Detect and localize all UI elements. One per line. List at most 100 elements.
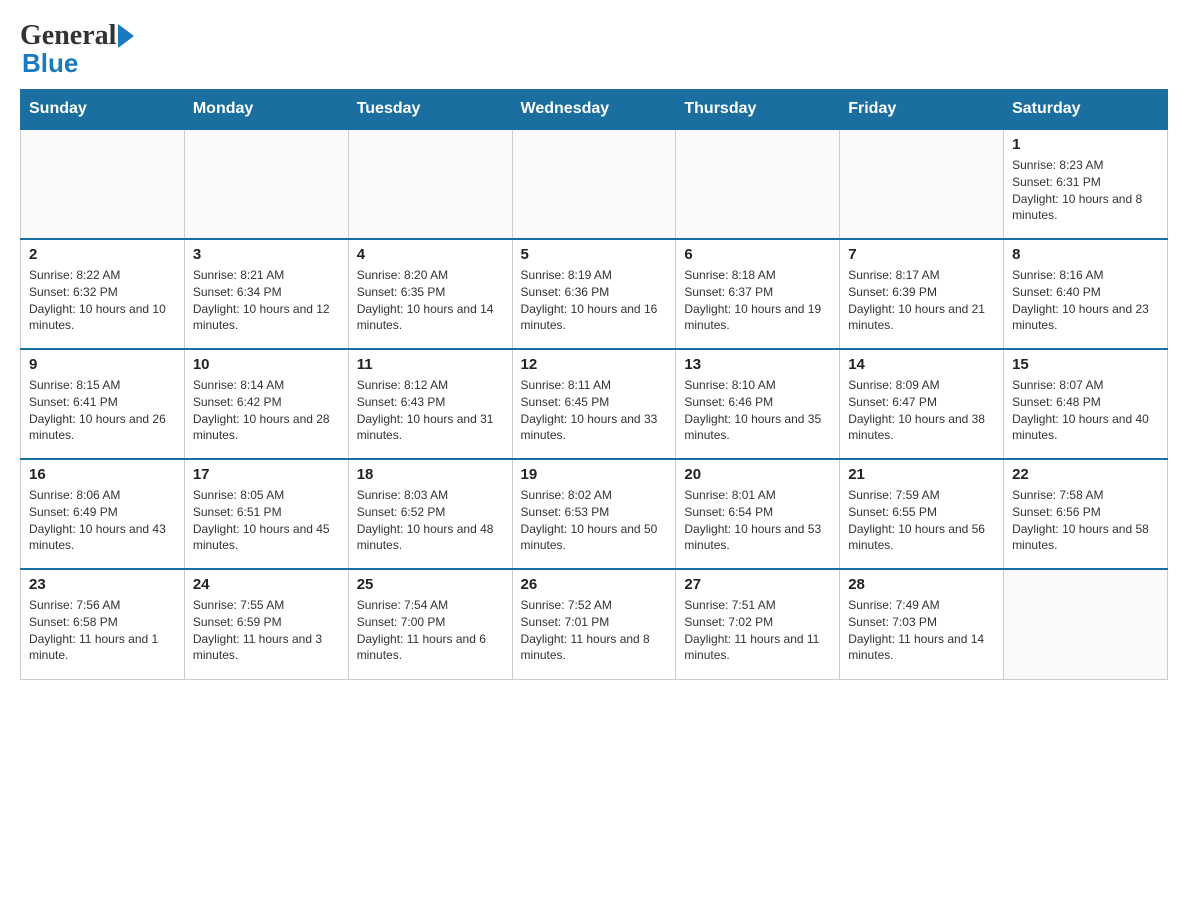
calendar-cell: 3Sunrise: 8:21 AM Sunset: 6:34 PM Daylig… — [184, 239, 348, 349]
logo-blue-text: Blue — [22, 48, 78, 79]
calendar-cell: 1 Sunrise: 8:23 AM Sunset: 6:31 PM Daylig… — [1004, 129, 1168, 239]
calendar-week-3: 9 Sunrise: 8:15 AM Sunset: 6:41 PM Daylig… — [21, 349, 1168, 459]
day-info: Sunrise: 8:03 AM Sunset: 6:52 PM Dayligh… — [357, 487, 504, 554]
day-info: Sunrise: 8:23 AM Sunset: 6:31 PM Dayligh… — [1012, 157, 1159, 224]
calendar-cell: 9 Sunrise: 8:15 AM Sunset: 6:41 PM Daylig… — [21, 349, 185, 459]
calendar-cell: 11 Sunrise: 8:12 AM Sunset: 6:43 PM Dayli… — [348, 349, 512, 459]
calendar-cell: 4 Sunrise: 8:20 AM Sunset: 6:35 PM Daylig… — [348, 239, 512, 349]
day-header-wednesday: Wednesday — [512, 90, 676, 130]
calendar-cell: 12 Sunrise: 8:11 AM Sunset: 6:45 PM Dayli… — [512, 349, 676, 459]
calendar-cell: 22 Sunrise: 7:58 AM Sunset: 6:56 PM Dayli… — [1004, 459, 1168, 569]
calendar-week-4: 16 Sunrise: 8:06 AM Sunset: 6:49 PM Dayli… — [21, 459, 1168, 569]
day-number: 22 — [1012, 466, 1159, 483]
calendar-cell: 15Sunrise: 8:07 AM Sunset: 6:48 PM Dayli… — [1004, 349, 1168, 459]
calendar-cell: 26 Sunrise: 7:52 AM Sunset: 7:01 PM Dayli… — [512, 569, 676, 679]
day-info: Sunrise: 8:06 AM Sunset: 6:49 PM Dayligh… — [29, 487, 176, 554]
day-number: 5 — [521, 246, 668, 263]
calendar-header-row: SundayMondayTuesdayWednesdayThursdayFrid… — [21, 90, 1168, 130]
day-number: 17 — [193, 466, 340, 483]
day-info: Sunrise: 8:11 AM Sunset: 6:45 PM Dayligh… — [521, 377, 668, 444]
day-number: 23 — [29, 576, 176, 593]
day-info: Sunrise: 8:14 AM Sunset: 6:42 PM Dayligh… — [193, 377, 340, 444]
day-info: Sunrise: 8:02 AM Sunset: 6:53 PM Dayligh… — [521, 487, 668, 554]
day-number: 1 — [1012, 136, 1159, 153]
day-number: 26 — [521, 576, 668, 593]
day-header-tuesday: Tuesday — [348, 90, 512, 130]
day-header-saturday: Saturday — [1004, 90, 1168, 130]
day-info: Sunrise: 8:15 AM Sunset: 6:41 PM Dayligh… — [29, 377, 176, 444]
calendar-cell: 6 Sunrise: 8:18 AM Sunset: 6:37 PM Daylig… — [676, 239, 840, 349]
calendar-cell: 2 Sunrise: 8:22 AM Sunset: 6:32 PM Daylig… — [21, 239, 185, 349]
calendar-cell: 19 Sunrise: 8:02 AM Sunset: 6:53 PM Dayli… — [512, 459, 676, 569]
day-info: Sunrise: 8:17 AM Sunset: 6:39 PM Dayligh… — [848, 267, 995, 334]
calendar-cell — [348, 129, 512, 239]
day-number: 21 — [848, 466, 995, 483]
day-number: 2 — [29, 246, 176, 263]
day-number: 18 — [357, 466, 504, 483]
calendar-table: SundayMondayTuesdayWednesdayThursdayFrid… — [20, 89, 1168, 680]
day-number: 16 — [29, 466, 176, 483]
day-number: 9 — [29, 356, 176, 373]
calendar-cell: 21 Sunrise: 7:59 AM Sunset: 6:55 PM Dayli… — [840, 459, 1004, 569]
day-info: Sunrise: 8:01 AM Sunset: 6:54 PM Dayligh… — [684, 487, 831, 554]
day-number: 11 — [357, 356, 504, 373]
day-info: Sunrise: 7:58 AM Sunset: 6:56 PM Dayligh… — [1012, 487, 1159, 554]
day-number: 25 — [357, 576, 504, 593]
day-info: Sunrise: 8:05 AM Sunset: 6:51 PM Dayligh… — [193, 487, 340, 554]
day-header-thursday: Thursday — [676, 90, 840, 130]
day-number: 24 — [193, 576, 340, 593]
day-info: Sunrise: 8:12 AM Sunset: 6:43 PM Dayligh… — [357, 377, 504, 444]
calendar-cell: 5 Sunrise: 8:19 AM Sunset: 6:36 PM Daylig… — [512, 239, 676, 349]
day-number: 28 — [848, 576, 995, 593]
day-number: 7 — [848, 246, 995, 263]
day-header-sunday: Sunday — [21, 90, 185, 130]
day-number: 3 — [193, 246, 340, 263]
day-number: 13 — [684, 356, 831, 373]
day-info: Sunrise: 8:10 AM Sunset: 6:46 PM Dayligh… — [684, 377, 831, 444]
day-number: 4 — [357, 246, 504, 263]
calendar-cell — [184, 129, 348, 239]
day-number: 20 — [684, 466, 831, 483]
day-info: Sunrise: 8:16 AM Sunset: 6:40 PM Dayligh… — [1012, 267, 1159, 334]
calendar-cell: 8 Sunrise: 8:16 AM Sunset: 6:40 PM Daylig… — [1004, 239, 1168, 349]
day-info: Sunrise: 7:52 AM Sunset: 7:01 PM Dayligh… — [521, 597, 668, 664]
calendar-cell: 25 Sunrise: 7:54 AM Sunset: 7:00 PM Dayli… — [348, 569, 512, 679]
day-number: 12 — [521, 356, 668, 373]
calendar-cell: 28 Sunrise: 7:49 AM Sunset: 7:03 PM Dayli… — [840, 569, 1004, 679]
calendar-cell: 10Sunrise: 8:14 AM Sunset: 6:42 PM Dayli… — [184, 349, 348, 459]
logo: General Blue — [20, 20, 136, 79]
calendar-cell: 27Sunrise: 7:51 AM Sunset: 7:02 PM Dayli… — [676, 569, 840, 679]
day-number: 14 — [848, 356, 995, 373]
day-info: Sunrise: 7:49 AM Sunset: 7:03 PM Dayligh… — [848, 597, 995, 664]
day-info: Sunrise: 8:20 AM Sunset: 6:35 PM Dayligh… — [357, 267, 504, 334]
day-number: 19 — [521, 466, 668, 483]
calendar-cell: 17 Sunrise: 8:05 AM Sunset: 6:51 PM Dayli… — [184, 459, 348, 569]
day-info: Sunrise: 7:55 AM Sunset: 6:59 PM Dayligh… — [193, 597, 340, 664]
day-number: 6 — [684, 246, 831, 263]
day-info: Sunrise: 8:07 AM Sunset: 6:48 PM Dayligh… — [1012, 377, 1159, 444]
day-info: Sunrise: 8:09 AM Sunset: 6:47 PM Dayligh… — [848, 377, 995, 444]
day-info: Sunrise: 8:22 AM Sunset: 6:32 PM Dayligh… — [29, 267, 176, 334]
page-header: General Blue — [20, 20, 1168, 79]
day-number: 8 — [1012, 246, 1159, 263]
calendar-cell — [840, 129, 1004, 239]
day-info: Sunrise: 8:18 AM Sunset: 6:37 PM Dayligh… — [684, 267, 831, 334]
calendar-cell: 20 Sunrise: 8:01 AM Sunset: 6:54 PM Dayli… — [676, 459, 840, 569]
calendar-week-2: 2 Sunrise: 8:22 AM Sunset: 6:32 PM Daylig… — [21, 239, 1168, 349]
day-header-monday: Monday — [184, 90, 348, 130]
calendar-cell: 7 Sunrise: 8:17 AM Sunset: 6:39 PM Daylig… — [840, 239, 1004, 349]
logo-triangle-icon — [118, 24, 134, 48]
calendar-week-5: 23 Sunrise: 7:56 AM Sunset: 6:58 PM Dayli… — [21, 569, 1168, 679]
day-number: 27 — [684, 576, 831, 593]
day-header-friday: Friday — [840, 90, 1004, 130]
calendar-cell: 24 Sunrise: 7:55 AM Sunset: 6:59 PM Dayli… — [184, 569, 348, 679]
calendar-cell — [676, 129, 840, 239]
calendar-cell — [512, 129, 676, 239]
calendar-cell — [1004, 569, 1168, 679]
day-info: Sunrise: 8:19 AM Sunset: 6:36 PM Dayligh… — [521, 267, 668, 334]
calendar-cell: 14 Sunrise: 8:09 AM Sunset: 6:47 PM Dayli… — [840, 349, 1004, 459]
calendar-cell: 16 Sunrise: 8:06 AM Sunset: 6:49 PM Dayli… — [21, 459, 185, 569]
day-info: Sunrise: 7:54 AM Sunset: 7:00 PM Dayligh… — [357, 597, 504, 664]
day-info: Sunrise: 7:56 AM Sunset: 6:58 PM Dayligh… — [29, 597, 176, 664]
day-info: Sunrise: 7:59 AM Sunset: 6:55 PM Dayligh… — [848, 487, 995, 554]
